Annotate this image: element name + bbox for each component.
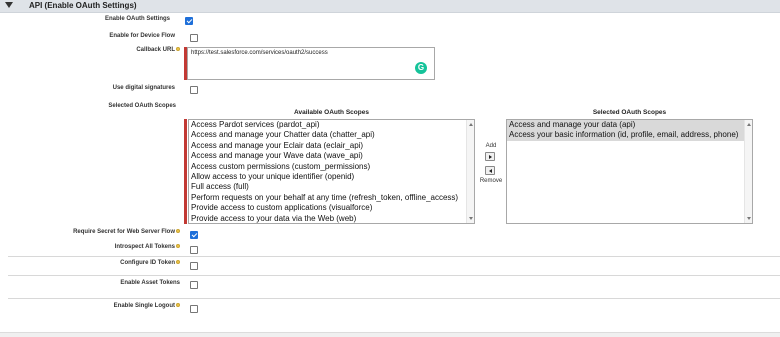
section-header[interactable]: API (Enable OAuth Settings) (0, 0, 780, 13)
help-icon[interactable] (176, 303, 180, 308)
introspect-tokens-checkbox[interactable] (190, 246, 198, 254)
add-button[interactable] (485, 152, 495, 161)
help-icon[interactable] (176, 47, 180, 52)
configure-id-token-label-wrap: Configure ID Token (120, 260, 180, 266)
require-secret-label: Require Secret for Web Server Flow (73, 229, 175, 235)
list-item[interactable]: Access and manage your Wave data (wave_a… (189, 151, 474, 161)
scroll-down-icon[interactable] (747, 217, 751, 220)
required-indicator (184, 119, 187, 224)
selected-scopes-listbox[interactable]: Access and manage your data (api) Access… (506, 119, 753, 224)
section-title: API (Enable OAuth Settings) (29, 1, 137, 10)
collapse-caret-icon[interactable] (5, 2, 13, 8)
scrollbar[interactable] (744, 120, 752, 223)
list-item[interactable]: Access and manage your Chatter data (cha… (189, 130, 474, 140)
grammarly-icon[interactable]: G (415, 62, 427, 74)
list-item[interactable]: Allow access to your unique identifier (… (189, 172, 474, 182)
remove-label: Remove (479, 178, 503, 184)
configure-id-token-checkbox[interactable] (190, 262, 198, 270)
list-item[interactable]: Full access (full) (189, 182, 474, 192)
configure-id-token-label: Configure ID Token (120, 260, 175, 266)
list-item[interactable]: Access and manage your data (api) (507, 120, 752, 131)
scroll-down-icon[interactable] (469, 217, 473, 220)
arrow-right-icon (489, 155, 492, 159)
available-scopes-title: Available OAuth Scopes (294, 109, 369, 116)
enable-asset-tokens-label: Enable Asset Tokens (120, 280, 180, 286)
remove-button[interactable] (485, 166, 495, 175)
list-item[interactable]: Perform requests on your behalf at any t… (189, 193, 474, 203)
list-item[interactable]: Provide access to your data via the Web … (189, 214, 474, 223)
add-label: Add (485, 143, 497, 149)
list-item[interactable]: Access and manage your Eclair data (ecla… (189, 141, 474, 151)
selected-scopes-title: Selected OAuth Scopes (592, 109, 667, 116)
available-scopes-listbox[interactable]: Access Pardot services (pardot_api) Acce… (188, 119, 475, 224)
scrollbar[interactable] (466, 120, 474, 223)
help-icon[interactable] (176, 229, 180, 234)
require-secret-checkbox[interactable] (190, 231, 198, 239)
digital-signatures-label: Use digital signatures (112, 85, 175, 91)
footer-bar (0, 332, 780, 337)
list-item[interactable]: Access Pardot services (pardot_api) (189, 120, 474, 130)
digital-signatures-checkbox[interactable] (190, 86, 198, 94)
scroll-up-icon[interactable] (747, 123, 751, 126)
callback-url-label-wrap: Callback URL (136, 47, 180, 53)
require-secret-label-wrap: Require Secret for Web Server Flow (73, 229, 180, 235)
callback-url-value: https://test.salesforce.com/services/oau… (191, 50, 328, 56)
arrow-left-icon (489, 169, 492, 173)
list-item[interactable]: Access custom permissions (custom_permis… (189, 162, 474, 172)
enable-oauth-checkbox[interactable] (185, 17, 193, 25)
single-logout-label-wrap: Enable Single Logout (114, 303, 180, 309)
selected-scopes-label: Selected OAuth Scopes (108, 103, 176, 109)
introspect-tokens-label: Introspect All Tokens (114, 244, 175, 250)
help-icon[interactable] (176, 260, 180, 265)
enable-asset-tokens-checkbox[interactable] (190, 281, 198, 289)
help-icon[interactable] (176, 244, 180, 249)
enable-oauth-label: Enable OAuth Settings (104, 16, 170, 22)
divider (8, 298, 780, 299)
list-item[interactable]: Access your basic information (id, profi… (507, 130, 752, 141)
device-flow-checkbox[interactable] (190, 34, 198, 42)
divider (8, 275, 780, 276)
scroll-up-icon[interactable] (469, 123, 473, 126)
callback-url-label: Callback URL (136, 47, 175, 53)
device-flow-label: Enable for Device Flow (109, 33, 175, 39)
list-item[interactable]: Provide access to custom applications (v… (189, 203, 474, 213)
single-logout-checkbox[interactable] (190, 305, 198, 313)
callback-url-textarea[interactable]: https://test.salesforce.com/services/oau… (187, 47, 435, 80)
single-logout-label: Enable Single Logout (113, 303, 175, 309)
divider (8, 256, 780, 257)
introspect-tokens-label-wrap: Introspect All Tokens (115, 244, 180, 250)
